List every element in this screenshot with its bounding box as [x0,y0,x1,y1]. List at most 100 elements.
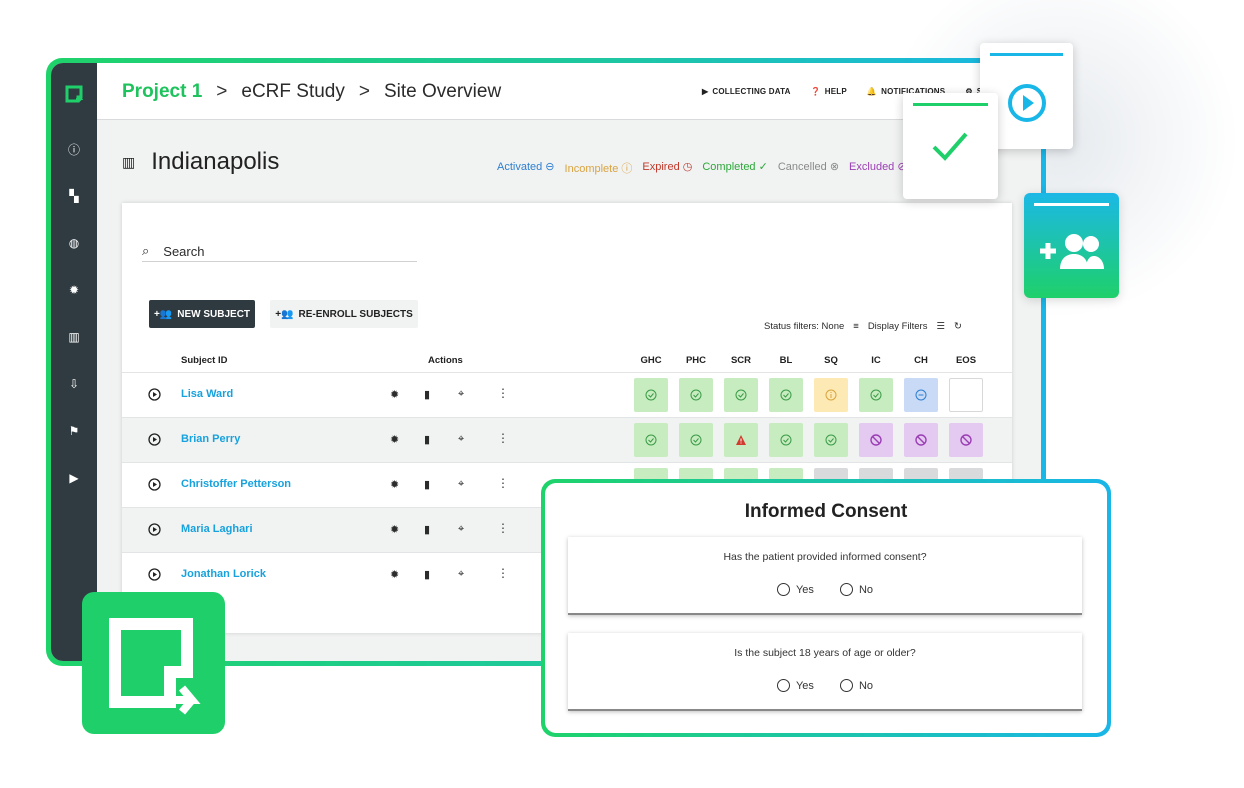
warning-icon [735,434,747,446]
visit-cell[interactable] [904,423,938,457]
visit-cell[interactable] [814,423,848,457]
completed-icon [690,434,702,446]
document-icon[interactable]: ▮ [424,433,436,446]
status-filters[interactable]: Status filters: None [764,321,844,332]
visit-cell[interactable] [859,423,893,457]
subject-name[interactable]: Maria Laghari [181,523,253,535]
app-logo-icon[interactable] [65,85,83,103]
table-row[interactable]: Lisa Ward ✹ ▮ ⌖ ⋮ [122,372,1012,417]
refresh-icon[interactable]: ↻ [954,321,962,332]
site-header: ▥ Indianapolis [122,148,279,176]
document-icon[interactable]: ▮ [424,478,436,491]
play-circle-icon[interactable] [148,568,161,581]
col-actions: Actions [428,355,463,366]
more-icon[interactable]: ⋮ [497,521,509,535]
visit-cell[interactable] [724,423,758,457]
excluded-icon [960,434,972,446]
visit-cell[interactable] [769,378,803,412]
breadcrumb-separator: > [216,81,228,102]
re-enroll-label: RE-ENROLL SUBJECTS [298,308,413,320]
document-icon[interactable]: ▮ [424,523,436,536]
download-icon[interactable]: ⇩ [66,376,82,392]
more-icon[interactable]: ⋮ [497,431,509,445]
play-icon[interactable]: ▶ [66,470,82,486]
bug-icon[interactable]: ✹ [66,282,82,298]
flag-icon[interactable]: ⚑ [66,423,82,439]
dashboard-icon[interactable]: ▚ [66,188,82,204]
table-row[interactable]: Brian Perry ✹ ▮ ⌖ ⋮ [122,417,1012,462]
option-yes[interactable]: Yes [776,679,814,692]
play-circle-icon[interactable] [148,523,161,536]
transfer-icon[interactable]: ⌖ [458,478,470,490]
filter-icon[interactable]: ≡ [853,321,859,332]
search-input[interactable]: Search [163,244,204,259]
breadcrumb-project[interactable]: Project 1 [122,81,202,102]
bell-icon: 🔔 [866,87,878,96]
breadcrumb-study[interactable]: eCRF Study [241,81,344,102]
option-no[interactable]: No [839,679,873,692]
visit-cell[interactable] [814,378,848,412]
more-icon[interactable]: ⋮ [497,386,509,400]
more-icon[interactable]: ⋮ [497,566,509,580]
re-enroll-button[interactable]: +👥 RE-ENROLL SUBJECTS [270,300,418,328]
visit-cell[interactable] [634,378,668,412]
add-users-icon[interactable] [1036,231,1108,273]
legend-expired: Expired ◷ [642,161,693,173]
new-subject-button[interactable]: +👥 NEW SUBJECT [149,300,255,328]
visit-cell[interactable] [904,378,938,412]
subject-name[interactable]: Christoffer Petterson [181,478,291,490]
bug-icon[interactable]: ✹ [390,478,402,491]
visit-cell[interactable] [634,423,668,457]
col-scr: SCR [730,355,752,366]
visit-cell[interactable] [769,423,803,457]
help-button[interactable]: ❓ HELP [811,87,847,96]
subject-name[interactable]: Jonathan Lorick [181,568,266,580]
transfer-icon[interactable]: ⌖ [458,388,470,400]
display-filters[interactable]: Display Filters [868,321,928,332]
visit-cell[interactable] [724,378,758,412]
sliders-icon[interactable]: ☰ [936,321,945,332]
bug-icon[interactable]: ✹ [390,523,402,536]
document-icon[interactable]: ▮ [424,568,436,581]
play-circle-icon[interactable] [1007,83,1047,123]
completed-icon [645,389,657,401]
subject-name[interactable]: Lisa Ward [181,388,233,400]
radio-button[interactable] [839,583,853,596]
document-icon[interactable]: ▮ [424,388,436,401]
chart-icon[interactable]: ▥ [66,329,82,345]
visit-cell[interactable] [949,378,983,412]
transfer-icon[interactable]: ⌖ [458,523,470,535]
more-icon[interactable]: ⋮ [497,476,509,490]
visit-cell[interactable] [679,423,713,457]
visit-cell[interactable] [859,378,893,412]
add-users-icon: +👥 [275,308,294,320]
bug-icon[interactable]: ✹ [390,568,402,581]
completed-icon [780,389,792,401]
play-circle-icon[interactable] [148,388,161,401]
info-icon[interactable]: ⓘ [66,141,82,157]
option-yes[interactable]: Yes [776,583,814,596]
site-name: Indianapolis [151,148,280,175]
completed-icon [870,389,882,401]
option-no[interactable]: No [839,583,873,596]
play-circle-icon[interactable] [148,478,161,491]
bug-icon[interactable]: ✹ [390,388,402,401]
subject-name[interactable]: Brian Perry [181,433,240,445]
play-circle-icon[interactable] [148,433,161,446]
search-field[interactable]: ⌕ Search [142,241,417,262]
transfer-icon[interactable]: ⌖ [458,433,470,445]
globe-icon[interactable]: ◍ [66,235,82,251]
visit-cell[interactable] [949,423,983,457]
radio-button[interactable] [839,679,853,692]
visit-cell[interactable] [679,378,713,412]
transfer-icon[interactable]: ⌖ [458,568,470,580]
consent-inner: Informed Consent Has the patient provide… [545,483,1107,733]
collecting-data-button[interactable]: ▶ COLLECTING DATA [702,87,791,96]
collecting-data-label: COLLECTING DATA [712,87,791,96]
status-legend: Activated ⊖ Incomplete ⓘ Expired ◷ Compl… [497,160,907,176]
radio-button[interactable] [776,583,790,596]
radio-button[interactable] [776,679,790,692]
question-options: Yes No [568,679,1082,692]
consent-title: Informed Consent [744,501,908,522]
bug-icon[interactable]: ✹ [390,433,402,446]
